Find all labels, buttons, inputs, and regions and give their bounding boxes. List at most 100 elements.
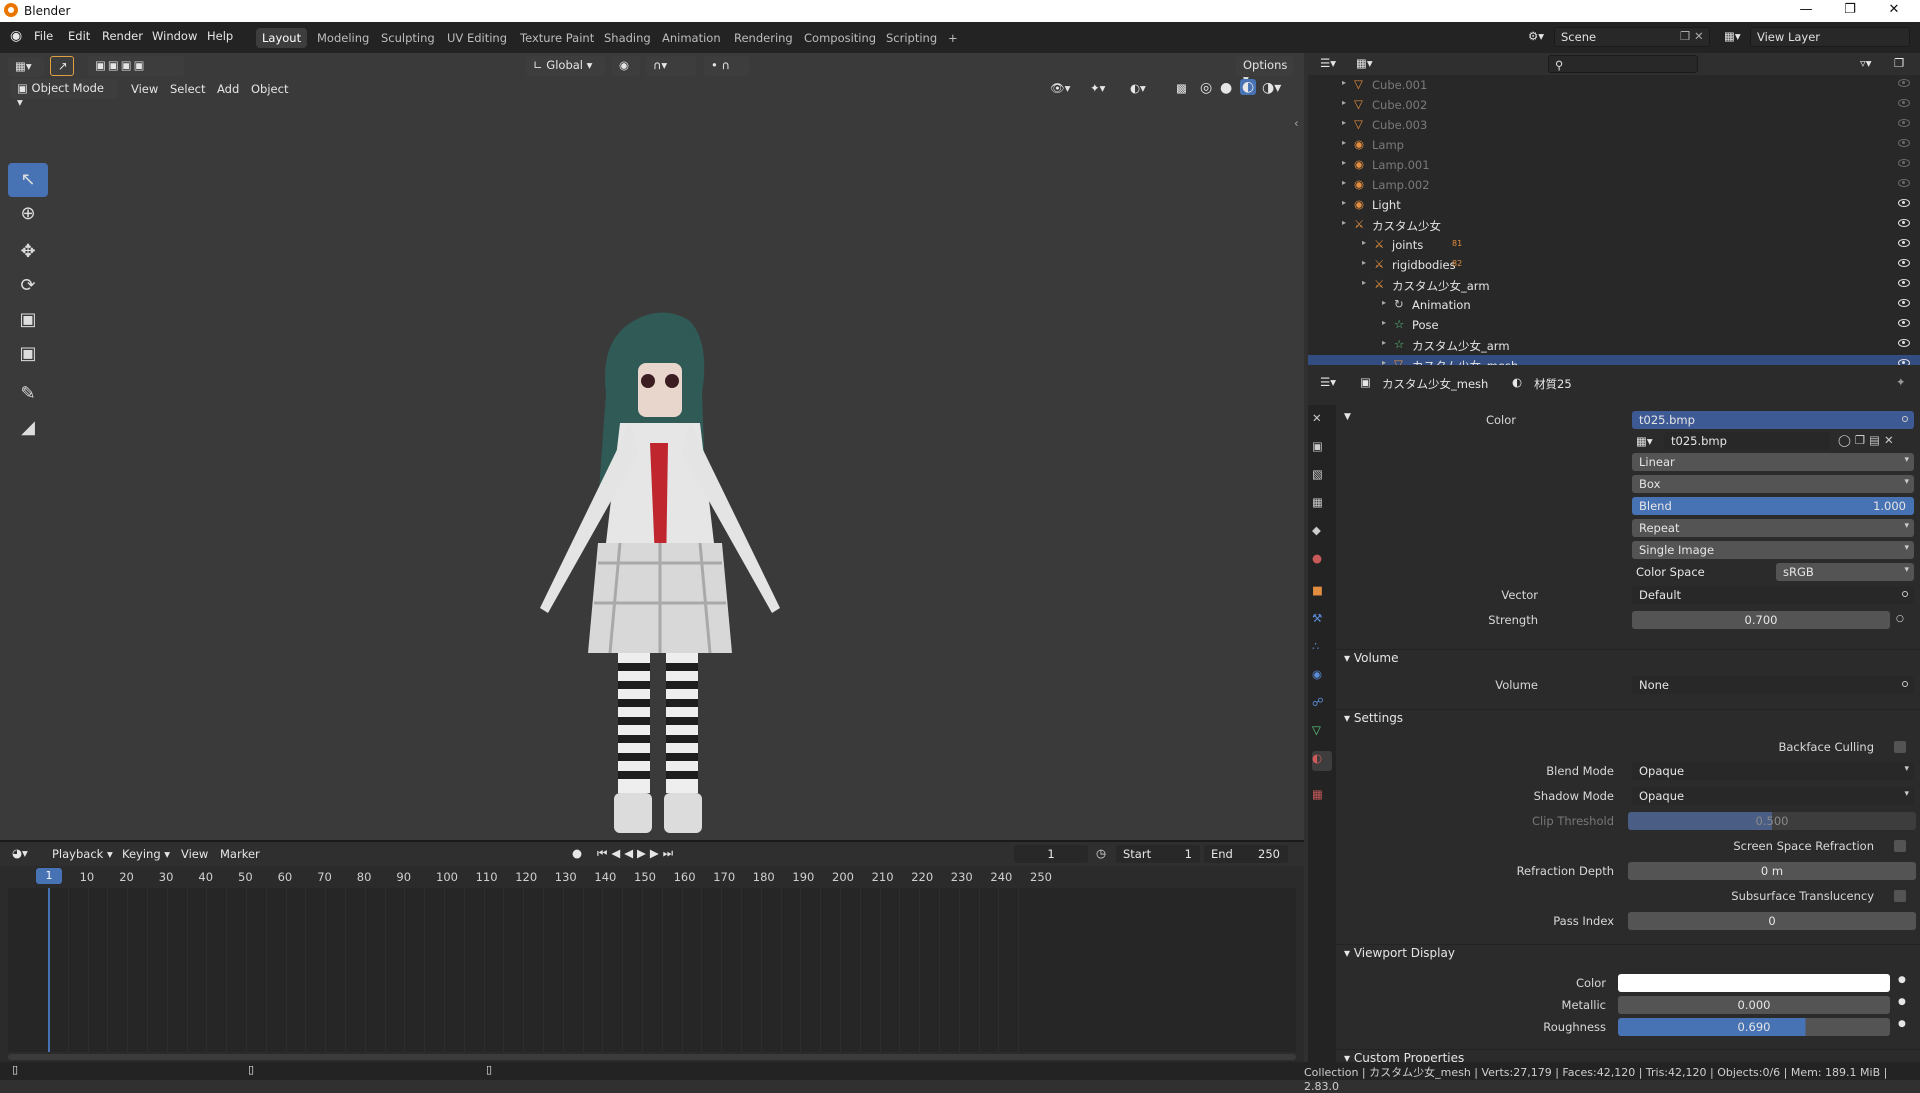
- timeline-keyframe-area[interactable]: [8, 888, 1296, 1052]
- display-mode-icon[interactable]: ▦▾: [1356, 56, 1373, 70]
- tab-shading[interactable]: Shading: [598, 28, 657, 48]
- projection-dropdown[interactable]: Box ▾: [1632, 475, 1914, 493]
- tab-layout[interactable]: Layout: [256, 28, 308, 48]
- sss-checkbox[interactable]: [1894, 890, 1906, 902]
- outliner-row[interactable]: ▸ ◉ Lamp.002: [1308, 175, 1920, 195]
- visibility-eye-icon[interactable]: [1898, 279, 1910, 287]
- outliner-row[interactable]: ▸ ◉ Lamp: [1308, 135, 1920, 155]
- current-frame-field[interactable]: 1: [1014, 845, 1088, 863]
- constraints-tab-icon[interactable]: ☍: [1312, 695, 1332, 715]
- material-shading-icon[interactable]: ◐: [1240, 79, 1257, 95]
- outliner-row[interactable]: ▸ ☆ Pose: [1308, 315, 1920, 335]
- color-texture-field[interactable]: t025.bmp: [1632, 411, 1914, 429]
- tool-tab-icon[interactable]: ✕: [1312, 411, 1332, 431]
- record-icon[interactable]: ●: [572, 846, 582, 860]
- disclosure-triangle-icon[interactable]: ▸: [1342, 218, 1346, 227]
- new-collection-icon[interactable]: ❐: [1894, 56, 1904, 70]
- keyframe-dot-icon[interactable]: ●: [1898, 997, 1906, 1007]
- frame-ruler[interactable]: 10 20 30 40 50 60 70 80 90 100 110 120 130 140 150 160 1…: [0, 866, 1304, 886]
- mode-dropdown[interactable]: ▣ Object Mode ▾: [10, 79, 118, 109]
- image-actions-icons[interactable]: ◯❐▤✕: [1838, 433, 1898, 447]
- particles-tab-icon[interactable]: ∴: [1312, 639, 1332, 659]
- timeline-menu-marker[interactable]: Marker: [220, 847, 260, 861]
- viewport-color-swatch[interactable]: [1618, 974, 1890, 992]
- select-mode-icon[interactable]: ↗: [50, 56, 74, 76]
- pivot-icon[interactable]: ◉: [612, 56, 640, 76]
- outliner-row[interactable]: ▸ ▽ Cube.003: [1308, 115, 1920, 135]
- disclosure-triangle-icon[interactable]: ▸: [1342, 158, 1346, 167]
- tab-scripting[interactable]: Scripting: [880, 28, 943, 48]
- select-box-tool-icon[interactable]: ↖: [8, 163, 48, 197]
- image-browse-icon[interactable]: ▦▾: [1636, 434, 1653, 448]
- view-layer-selector[interactable]: View Layer: [1750, 27, 1910, 47]
- properties-editor[interactable]: ☰▾ ▣ カスタム少女_mesh ◐ 材質25 ✦ ✕ ▣ ▧ ▦ ◆ ● ■ …: [1308, 365, 1920, 1062]
- overlay-icon[interactable]: ◐▾: [1130, 81, 1146, 95]
- editor-type-button[interactable]: ▦▾: [8, 57, 44, 77]
- image-name-field[interactable]: t025.bmp: [1664, 432, 1830, 450]
- visibility-eye-icon[interactable]: [1898, 159, 1910, 167]
- character-model[interactable]: [470, 303, 850, 843]
- select-box-modes[interactable]: ▣▣▣▣: [88, 56, 184, 76]
- proportional-edit-icon[interactable]: • ∩: [704, 56, 750, 76]
- filter-icon[interactable]: ▿▾: [1860, 56, 1872, 70]
- tab-uv-editing[interactable]: UV Editing: [441, 28, 513, 48]
- keyframe-dot-icon[interactable]: ●: [1898, 1019, 1906, 1029]
- playhead-frame-badge[interactable]: 1: [36, 868, 62, 884]
- annotate-tool-icon[interactable]: ✎: [8, 377, 48, 411]
- settings-panel-header[interactable]: ▾ Settings: [1344, 711, 1403, 725]
- disclosure-triangle-icon[interactable]: ▸: [1382, 338, 1386, 347]
- visibility-eye-icon[interactable]: [1898, 179, 1910, 187]
- disclosure-triangle-icon[interactable]: ▸: [1362, 238, 1366, 247]
- tab-rendering[interactable]: Rendering: [728, 28, 799, 48]
- outliner-row[interactable]: ▸ ◉ Lamp.001: [1308, 155, 1920, 175]
- outliner[interactable]: ☰▾ ▦▾ ⚲ ▿▾ ❐ ▸ ▽ Cube.001 ▸ ▽ Cube.002 ▸ ▽ Cube.…: [1308, 53, 1920, 375]
- rotate-tool-icon[interactable]: ⟳: [8, 269, 48, 303]
- timeline-menu-keying[interactable]: Keying ▾: [122, 847, 170, 861]
- menu-file[interactable]: File: [34, 29, 53, 43]
- orientation-dropdown[interactable]: ∟ Global ▾: [526, 56, 606, 76]
- outliner-row[interactable]: ▸ ▽ Cube.002: [1308, 95, 1920, 115]
- visibility-eye-icon[interactable]: [1898, 299, 1910, 307]
- outliner-row[interactable]: ▸ ⚔ joints 81: [1308, 235, 1920, 255]
- visibility-eye-icon[interactable]: [1898, 79, 1910, 87]
- add-workspace-button[interactable]: +: [942, 28, 964, 48]
- outliner-editor-type-icon[interactable]: ☰▾: [1320, 56, 1336, 70]
- view-layer-icon[interactable]: ▦▾: [1724, 29, 1741, 43]
- solid-shading-icon[interactable]: ●: [1220, 80, 1232, 96]
- tab-compositing[interactable]: Compositing: [798, 28, 882, 48]
- visibility-eye-icon[interactable]: [1898, 199, 1910, 207]
- outliner-row[interactable]: ▸ ☆ カスタム少女_arm: [1308, 335, 1920, 355]
- disclosure-triangle-icon[interactable]: ▸: [1342, 178, 1346, 187]
- tab-animation[interactable]: Animation: [656, 28, 727, 48]
- timeline-menu-playback[interactable]: Playback ▾: [52, 847, 113, 861]
- viewport-menu-add[interactable]: Add: [217, 82, 239, 96]
- ssr-checkbox[interactable]: [1894, 840, 1906, 852]
- visibility-eye-icon[interactable]: [1898, 99, 1910, 107]
- outliner-row[interactable]: ▸ ⚔ カスタム少女_arm: [1308, 275, 1920, 295]
- view-layer-tab-icon[interactable]: ▦: [1312, 495, 1332, 515]
- pass-index-field[interactable]: 0: [1628, 912, 1916, 930]
- tab-sculpting[interactable]: Sculpting: [375, 28, 441, 48]
- modifier-tab-icon[interactable]: ⚒: [1312, 611, 1332, 631]
- scene-icon[interactable]: ⚙▾: [1528, 29, 1544, 43]
- menu-render[interactable]: Render: [102, 29, 143, 43]
- visibility-icon[interactable]: 👁▾: [1050, 81, 1070, 95]
- minimize-icon[interactable]: —: [1786, 2, 1826, 20]
- texture-tab-icon[interactable]: ▦: [1312, 787, 1332, 807]
- clip-threshold-slider[interactable]: 0.500: [1628, 812, 1916, 830]
- physics-tab-icon[interactable]: ◉: [1312, 667, 1332, 687]
- playhead[interactable]: [48, 888, 50, 1052]
- menu-edit[interactable]: Edit: [68, 29, 90, 43]
- visibility-eye-icon[interactable]: [1898, 119, 1910, 127]
- disclosure-triangle-icon[interactable]: ▸: [1342, 198, 1346, 207]
- backface-culling-checkbox[interactable]: [1894, 741, 1906, 753]
- cursor-tool-icon[interactable]: ⊕: [8, 197, 48, 231]
- metallic-slider[interactable]: 0.000: [1618, 996, 1890, 1014]
- new-scene-icon[interactable]: ❐ ✕: [1680, 29, 1704, 43]
- blender-menu-icon[interactable]: ◉: [10, 28, 22, 44]
- vector-field[interactable]: Default: [1632, 586, 1914, 604]
- tab-modeling[interactable]: Modeling: [311, 28, 375, 48]
- blend-mode-dropdown[interactable]: Opaque ▾: [1632, 762, 1914, 780]
- extension-dropdown[interactable]: Repeat ▾: [1632, 519, 1914, 537]
- timeline-menu-view[interactable]: View: [181, 847, 208, 861]
